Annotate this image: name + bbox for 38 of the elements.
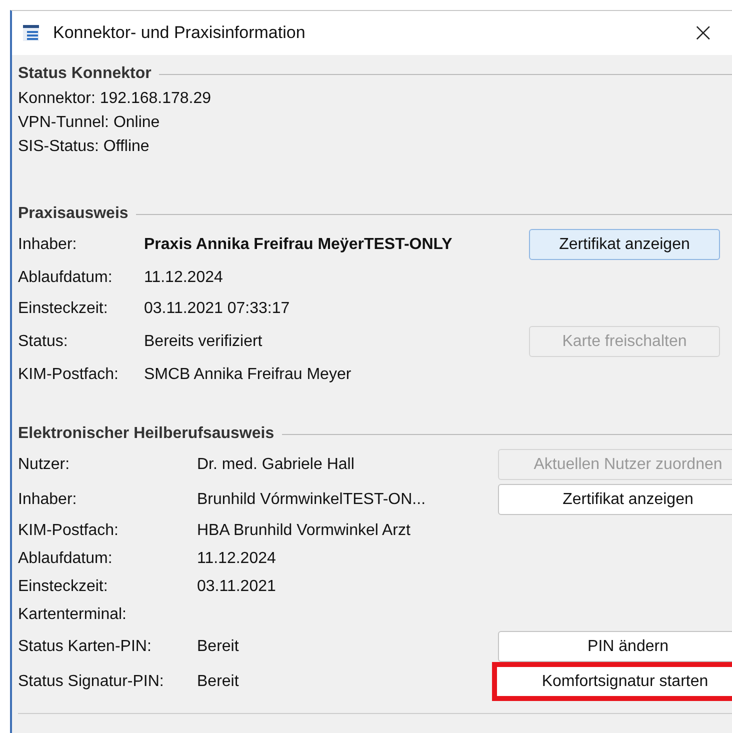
field-value: HBA Brunhild Vormwinkel Arzt xyxy=(197,521,412,541)
action-button[interactable]: PIN ändern xyxy=(498,631,732,662)
field-label: KIM-Postfach: xyxy=(18,521,120,541)
field-label: Ablaufdatum: xyxy=(18,268,114,288)
section-title: Status Konnektor xyxy=(18,65,152,83)
close-button[interactable]: × xyxy=(686,18,720,48)
field-label: Inhaber: xyxy=(18,490,78,510)
app-icon xyxy=(22,24,40,42)
field-label: Status Signatur-PIN: xyxy=(18,672,165,692)
field-label: Nutzer: xyxy=(18,454,71,474)
field-value: Bereits verifiziert xyxy=(144,332,264,352)
field-value: Bereit xyxy=(197,636,240,656)
field-value: Dr. med. Gabriele Hall xyxy=(197,454,356,474)
field-value: Bereit xyxy=(197,672,240,692)
field-value: 03.11.2021 xyxy=(197,577,277,597)
field-label: KIM-Postfach: xyxy=(18,365,120,385)
field-value: 03.11.2021 07:33:17 xyxy=(144,299,291,319)
field-value: Brunhild VórmwinkelTEST-ON... xyxy=(197,490,427,510)
field-label: Einsteckzeit: xyxy=(18,577,109,597)
status-line: VPN-Tunnel: Online xyxy=(18,113,161,133)
field-label: Inhaber: xyxy=(18,235,78,255)
section-title: Praxisausweis xyxy=(18,205,128,223)
field-label: Status: xyxy=(18,332,69,352)
action-button[interactable]: Zertifikat anzeigen xyxy=(498,484,732,515)
field-label: Einsteckzeit: xyxy=(18,299,109,319)
field-value: SMCB Annika Freifrau Meyer xyxy=(144,365,352,385)
field-label: Status Karten-PIN: xyxy=(18,636,152,656)
status-line: SIS-Status: Offline xyxy=(18,137,150,157)
field-value: 11.12.2024 xyxy=(144,268,224,288)
field-label: Ablaufdatum: xyxy=(18,549,114,569)
action-button[interactable]: Komfortsignatur starten xyxy=(492,662,732,701)
field-value: Praxis Annika Freifrau MeÿerTEST-ONLY xyxy=(144,235,454,255)
window-title: Konnektor- und Praxisinformation xyxy=(53,23,306,43)
field-value: 11.12.2024 xyxy=(197,549,277,569)
action-button[interactable]: Zertifikat anzeigen xyxy=(529,229,720,260)
status-line: Konnektor: 192.168.178.29 xyxy=(18,89,212,109)
section-title: Elektronischer Heilberufsausweis xyxy=(18,425,274,443)
field-label: Kartenterminal: xyxy=(18,605,128,625)
